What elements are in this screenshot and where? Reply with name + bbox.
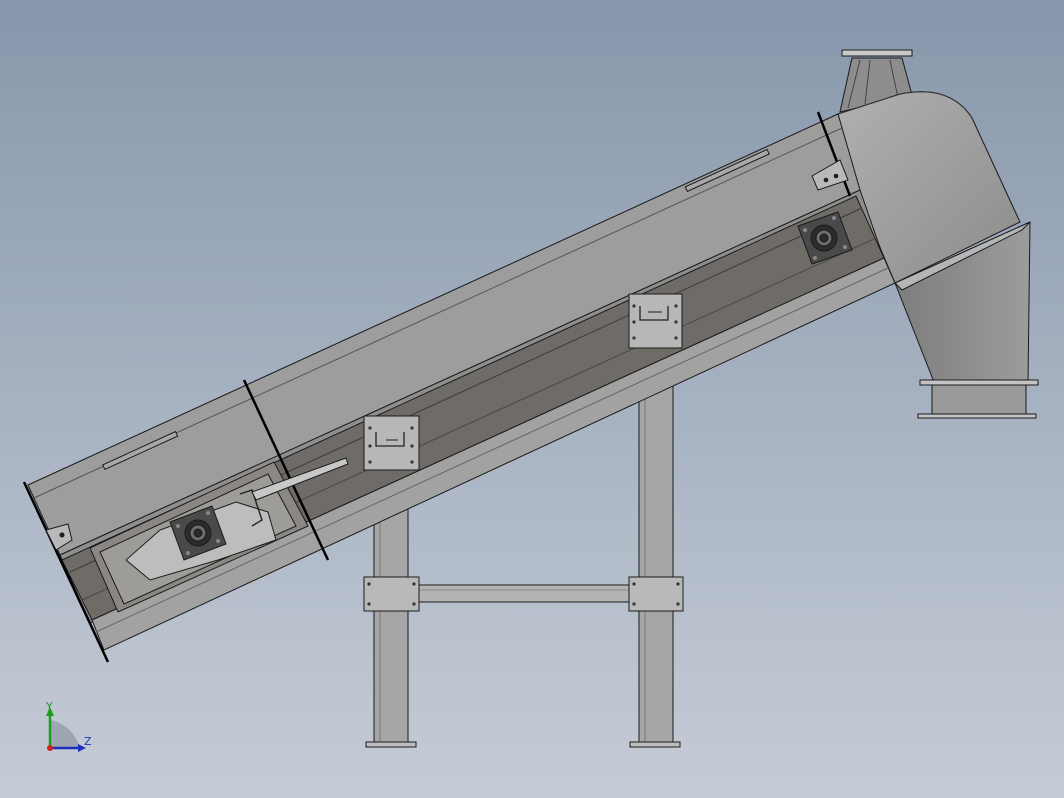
triad-wedge bbox=[50, 720, 80, 748]
inlet-flange bbox=[841, 49, 913, 57]
orientation-triad: Y Z bbox=[45, 700, 92, 752]
right-leg-foot bbox=[629, 741, 681, 748]
brace-plate-left bbox=[363, 576, 420, 612]
cad-viewport[interactable]: Y Z bbox=[0, 0, 1064, 798]
z-axis-label: Z bbox=[84, 735, 92, 748]
chute-outlet-flange bbox=[917, 413, 1037, 419]
origin-icon bbox=[47, 745, 53, 751]
chute-flange bbox=[919, 379, 1039, 386]
cross-brace bbox=[409, 584, 639, 603]
y-axis-label: Y bbox=[45, 700, 53, 713]
brace-plate-right bbox=[628, 576, 684, 612]
chute-outlet bbox=[931, 384, 1027, 416]
left-leg-foot bbox=[365, 741, 417, 748]
mount-plate-right bbox=[628, 293, 683, 349]
